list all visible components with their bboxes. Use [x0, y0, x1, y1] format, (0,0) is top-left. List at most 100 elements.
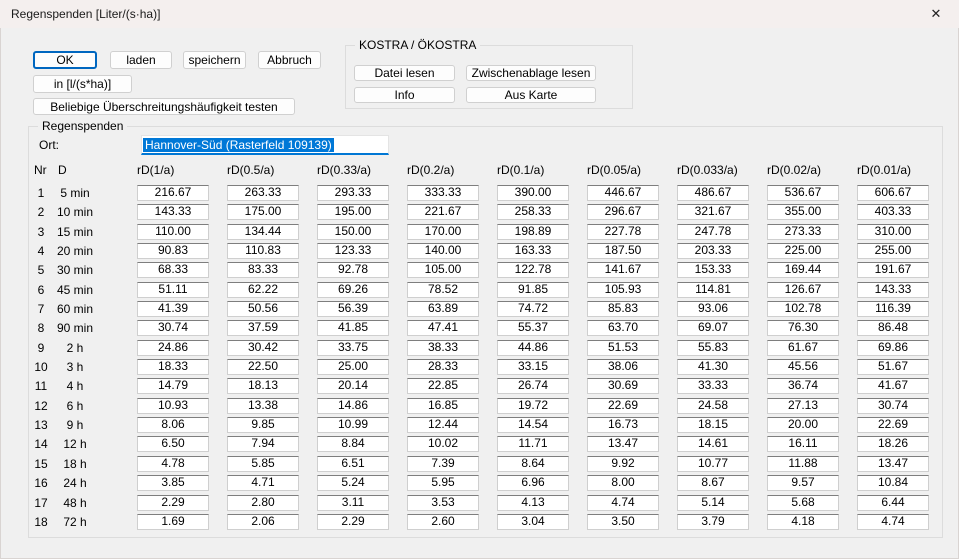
- value-cell[interactable]: 4.71: [227, 475, 299, 491]
- value-cell[interactable]: 62.22: [227, 282, 299, 298]
- value-cell[interactable]: 216.67: [137, 185, 209, 201]
- close-button[interactable]: ✕: [913, 0, 959, 28]
- value-cell[interactable]: 4.78: [137, 456, 209, 472]
- value-cell[interactable]: 36.74: [767, 378, 839, 394]
- value-cell[interactable]: 8.84: [317, 436, 389, 452]
- value-cell[interactable]: 296.67: [587, 204, 659, 220]
- value-cell[interactable]: 446.67: [587, 185, 659, 201]
- value-cell[interactable]: 10.84: [857, 475, 929, 491]
- value-cell[interactable]: 33.15: [497, 359, 569, 375]
- value-cell[interactable]: 19.72: [497, 398, 569, 414]
- value-cell[interactable]: 247.78: [677, 224, 749, 240]
- value-cell[interactable]: 78.52: [407, 282, 479, 298]
- value-cell[interactable]: 90.83: [137, 243, 209, 259]
- info-button[interactable]: Info: [354, 87, 455, 103]
- value-cell[interactable]: 33.33: [677, 378, 749, 394]
- value-cell[interactable]: 6.50: [137, 436, 209, 452]
- value-cell[interactable]: 8.00: [587, 475, 659, 491]
- value-cell[interactable]: 86.48: [857, 320, 929, 336]
- value-cell[interactable]: 8.06: [137, 417, 209, 433]
- value-cell[interactable]: 30.69: [587, 378, 659, 394]
- value-cell[interactable]: 114.81: [677, 282, 749, 298]
- value-cell[interactable]: 13.47: [587, 436, 659, 452]
- value-cell[interactable]: 170.00: [407, 224, 479, 240]
- value-cell[interactable]: 91.85: [497, 282, 569, 298]
- value-cell[interactable]: 74.72: [497, 301, 569, 317]
- value-cell[interactable]: 25.00: [317, 359, 389, 375]
- value-cell[interactable]: 9.92: [587, 456, 659, 472]
- value-cell[interactable]: 10.77: [677, 456, 749, 472]
- value-cell[interactable]: 41.39: [137, 301, 209, 317]
- value-cell[interactable]: 16.73: [587, 417, 659, 433]
- value-cell[interactable]: 333.33: [407, 185, 479, 201]
- value-cell[interactable]: 41.85: [317, 320, 389, 336]
- abbruch-button[interactable]: Abbruch: [258, 51, 321, 69]
- value-cell[interactable]: 24.86: [137, 340, 209, 356]
- value-cell[interactable]: 16.11: [767, 436, 839, 452]
- value-cell[interactable]: 273.33: [767, 224, 839, 240]
- value-cell[interactable]: 110.83: [227, 243, 299, 259]
- value-cell[interactable]: 5.68: [767, 495, 839, 511]
- aus-karte-button[interactable]: Aus Karte: [466, 87, 596, 103]
- value-cell[interactable]: 225.00: [767, 243, 839, 259]
- value-cell[interactable]: 4.18: [767, 514, 839, 530]
- value-cell[interactable]: 38.06: [587, 359, 659, 375]
- value-cell[interactable]: 321.67: [677, 204, 749, 220]
- value-cell[interactable]: 18.33: [137, 359, 209, 375]
- zwischenablage-lesen-button[interactable]: Zwischenablage lesen: [466, 65, 596, 81]
- value-cell[interactable]: 105.93: [587, 282, 659, 298]
- value-cell[interactable]: 2.29: [137, 495, 209, 511]
- value-cell[interactable]: 9.85: [227, 417, 299, 433]
- value-cell[interactable]: 18.26: [857, 436, 929, 452]
- value-cell[interactable]: 390.00: [497, 185, 569, 201]
- value-cell[interactable]: 45.56: [767, 359, 839, 375]
- value-cell[interactable]: 18.15: [677, 417, 749, 433]
- value-cell[interactable]: 30.74: [857, 398, 929, 414]
- value-cell[interactable]: 69.26: [317, 282, 389, 298]
- value-cell[interactable]: 93.06: [677, 301, 749, 317]
- value-cell[interactable]: 69.07: [677, 320, 749, 336]
- value-cell[interactable]: 143.33: [857, 282, 929, 298]
- value-cell[interactable]: 606.67: [857, 185, 929, 201]
- value-cell[interactable]: 1.69: [137, 514, 209, 530]
- value-cell[interactable]: 55.37: [497, 320, 569, 336]
- value-cell[interactable]: 3.53: [407, 495, 479, 511]
- value-cell[interactable]: 5.85: [227, 456, 299, 472]
- value-cell[interactable]: 141.67: [587, 262, 659, 278]
- value-cell[interactable]: 14.86: [317, 398, 389, 414]
- value-cell[interactable]: 22.85: [407, 378, 479, 394]
- value-cell[interactable]: 41.30: [677, 359, 749, 375]
- value-cell[interactable]: 123.33: [317, 243, 389, 259]
- value-cell[interactable]: 47.41: [407, 320, 479, 336]
- value-cell[interactable]: 3.04: [497, 514, 569, 530]
- value-cell[interactable]: 126.67: [767, 282, 839, 298]
- value-cell[interactable]: 153.33: [677, 262, 749, 278]
- value-cell[interactable]: 44.86: [497, 340, 569, 356]
- value-cell[interactable]: 4.13: [497, 495, 569, 511]
- value-cell[interactable]: 56.39: [317, 301, 389, 317]
- value-cell[interactable]: 221.67: [407, 204, 479, 220]
- value-cell[interactable]: 63.89: [407, 301, 479, 317]
- value-cell[interactable]: 403.33: [857, 204, 929, 220]
- value-cell[interactable]: 63.70: [587, 320, 659, 336]
- value-cell[interactable]: 4.74: [857, 514, 929, 530]
- value-cell[interactable]: 3.50: [587, 514, 659, 530]
- datei-lesen-button[interactable]: Datei lesen: [354, 65, 455, 81]
- value-cell[interactable]: 7.39: [407, 456, 479, 472]
- value-cell[interactable]: 27.13: [767, 398, 839, 414]
- value-cell[interactable]: 195.00: [317, 204, 389, 220]
- value-cell[interactable]: 92.78: [317, 262, 389, 278]
- value-cell[interactable]: 85.83: [587, 301, 659, 317]
- value-cell[interactable]: 2.29: [317, 514, 389, 530]
- value-cell[interactable]: 163.33: [497, 243, 569, 259]
- value-cell[interactable]: 6.51: [317, 456, 389, 472]
- value-cell[interactable]: 150.00: [317, 224, 389, 240]
- value-cell[interactable]: 3.11: [317, 495, 389, 511]
- value-cell[interactable]: 105.00: [407, 262, 479, 278]
- value-cell[interactable]: 38.33: [407, 340, 479, 356]
- value-cell[interactable]: 116.39: [857, 301, 929, 317]
- value-cell[interactable]: 51.53: [587, 340, 659, 356]
- value-cell[interactable]: 13.38: [227, 398, 299, 414]
- value-cell[interactable]: 2.60: [407, 514, 479, 530]
- value-cell[interactable]: 6.44: [857, 495, 929, 511]
